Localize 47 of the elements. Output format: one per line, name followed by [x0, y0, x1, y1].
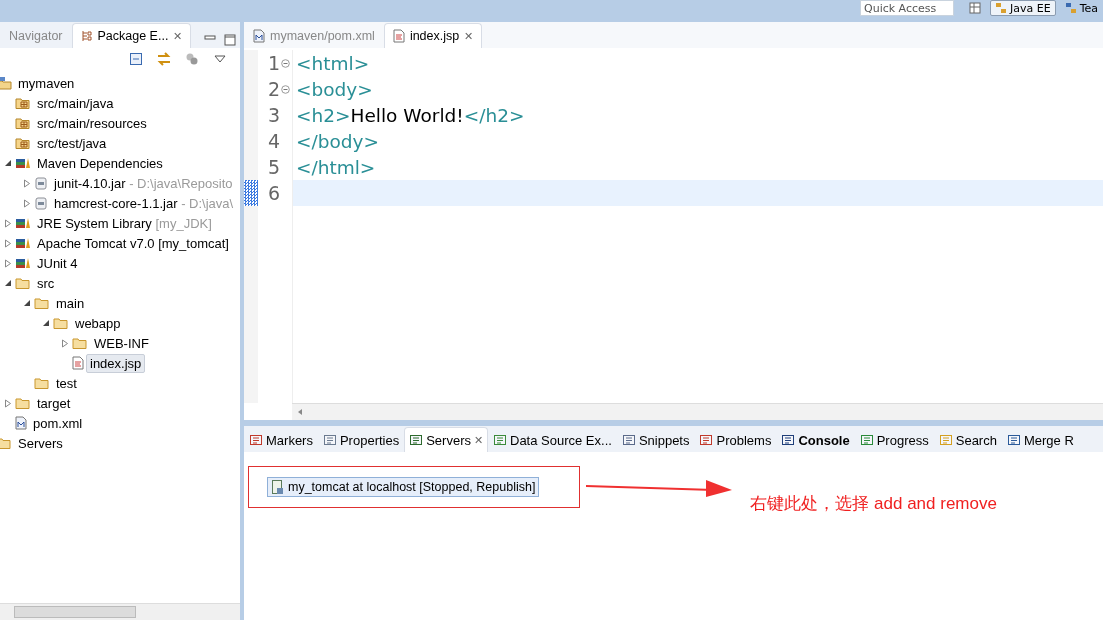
view-tab[interactable]: Progress	[854, 427, 934, 452]
line-number: 6	[267, 182, 280, 204]
view-tab[interactable]: Data Source Ex...	[488, 427, 617, 452]
tree-item[interactable]: src/main/java	[33, 93, 118, 113]
quick-access-field[interactable]: Quick Access	[860, 0, 954, 16]
line-number: 1	[267, 52, 280, 74]
tree-item[interactable]: WEB-INF	[90, 333, 153, 353]
perspective-button[interactable]: Tea	[1059, 0, 1103, 16]
tree-item[interactable]: webapp	[71, 313, 125, 333]
view-tab[interactable]: Servers ✕	[404, 427, 488, 452]
editor-tab[interactable]: index.jsp ✕	[383, 23, 483, 48]
tree-item[interactable]: target	[33, 393, 75, 413]
code-line: </html>	[296, 156, 376, 178]
line-number: 3	[267, 104, 280, 126]
line-number: 5	[267, 156, 280, 178]
view-tab[interactable]: Markers	[244, 427, 318, 452]
view-tab[interactable]: Package E... ✕	[71, 23, 192, 48]
code-line: <h2>Hello World!</h2>	[296, 104, 525, 126]
tree-item[interactable]: Apache Tomcat v7.0 [my_tomcat]	[33, 233, 233, 253]
code-line: <html>	[296, 52, 370, 74]
annotation-note: 右键此处，选择 add and remove	[750, 493, 997, 515]
tree-item[interactable]: mymaven	[14, 73, 79, 93]
code-line: </body>	[296, 130, 379, 152]
tree-item[interactable]: junit-4.10.jar - D:\java\Reposito	[50, 173, 237, 193]
view-tab[interactable]: Problems	[694, 427, 777, 452]
tree-item[interactable]: JUnit 4	[33, 253, 82, 273]
tree-item[interactable]: pom.xml	[29, 413, 87, 433]
view-tab[interactable]: Search	[933, 427, 1002, 452]
view-tab[interactable]: Properties	[317, 427, 405, 452]
tree-item[interactable]: test	[52, 373, 81, 393]
view-tab[interactable]: Merge R	[1001, 427, 1079, 452]
tree-item[interactable]: src/main/resources	[33, 113, 151, 133]
perspective-button[interactable]: Java EE	[990, 0, 1056, 16]
code-line: <body>	[296, 78, 373, 100]
server-item[interactable]: my_tomcat at localhost [Stopped, Republish]	[267, 477, 540, 497]
tree-item[interactable]: Servers	[14, 433, 67, 453]
tree-item[interactable]: src	[33, 273, 59, 293]
tree-item[interactable]: hamcrest-core-1.1.jar - D:\java\	[50, 193, 238, 213]
tree-item[interactable]: src/test/java	[33, 133, 111, 153]
line-number: 2	[267, 78, 280, 100]
tree-item[interactable]: index.jsp	[86, 353, 146, 373]
tree-item[interactable]: JRE System Library [my_JDK]	[33, 213, 216, 233]
view-tab[interactable]: Console	[776, 427, 855, 452]
line-number: 4	[267, 130, 280, 152]
tree-item[interactable]: Maven Dependencies	[33, 153, 167, 173]
tree-item[interactable]: main	[52, 293, 89, 313]
view-tab[interactable]: Snippets	[616, 427, 695, 452]
